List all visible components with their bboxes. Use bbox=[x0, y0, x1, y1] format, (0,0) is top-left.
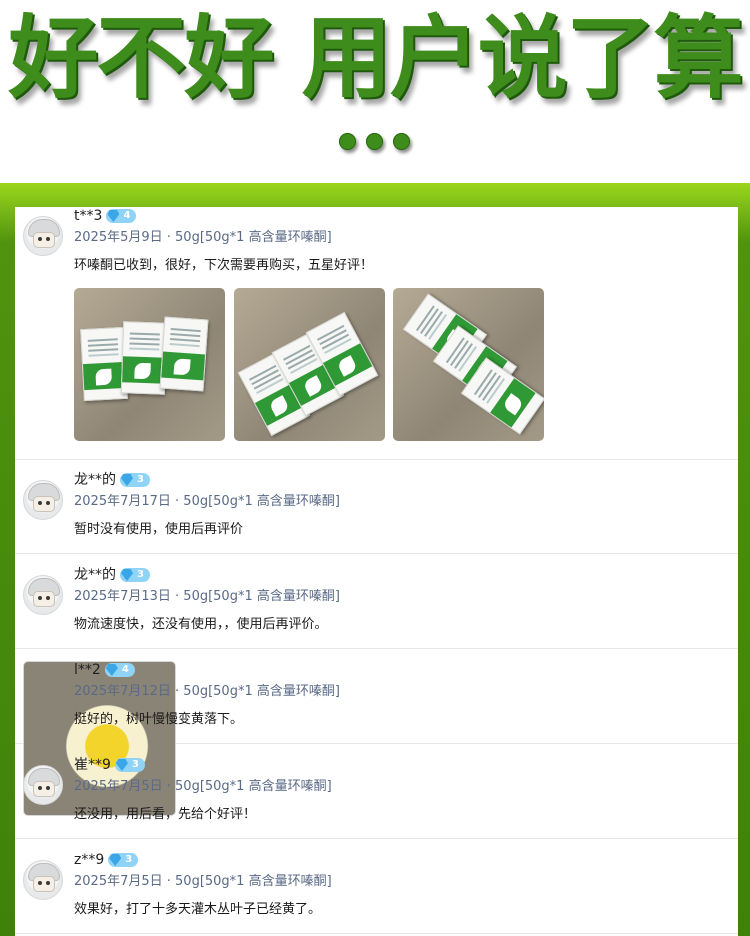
diamond-icon bbox=[109, 854, 122, 866]
diamond-icon bbox=[107, 210, 120, 222]
dot-icon bbox=[366, 133, 383, 150]
reviews-frame: t**3 4 2025年5月9日 · 50g[50g*1 高含量环嗪酮] 环嗪酮已… bbox=[0, 183, 750, 936]
diamond-icon bbox=[121, 569, 133, 581]
dot-icon bbox=[339, 133, 356, 150]
banner-headline: 好不好 用户说了算 bbox=[8, 6, 743, 111]
review-meta: 2025年7月5日 · 50g[50g*1 高含量环嗪酮] bbox=[74, 779, 332, 794]
reviewer-name: t**3 4 bbox=[74, 207, 137, 225]
reviewer-name: 龙**的 3 bbox=[74, 471, 150, 489]
ellipsis-dots bbox=[337, 130, 417, 152]
reviewer-name: 崔**9 3 bbox=[74, 756, 145, 774]
review-item: 龙**的 3 2025年7月13日 · 50g[50g*1 高含量环嗪酮] 物流速… bbox=[15, 566, 738, 649]
level-badge: 3 bbox=[120, 473, 150, 487]
review-meta: 2025年7月5日 · 50g[50g*1 高含量环嗪酮] bbox=[74, 874, 332, 889]
diamond-icon bbox=[121, 474, 133, 486]
review-meta: 2025年7月17日 · 50g[50g*1 高含量环嗪酮] bbox=[74, 494, 340, 509]
review-item: t**3 4 2025年5月9日 · 50g[50g*1 高含量环嗪酮] 环嗪酮已… bbox=[15, 207, 738, 460]
review-photo[interactable] bbox=[234, 288, 385, 441]
review-item: 崔**9 3 2025年7月5日 · 50g[50g*1 高含量环嗪酮] 还没用，… bbox=[15, 756, 738, 839]
avatar[interactable] bbox=[23, 860, 63, 900]
review-meta: 2025年7月12日 · 50g[50g*1 高含量环嗪酮] bbox=[74, 684, 340, 699]
avatar[interactable] bbox=[23, 216, 63, 256]
reviewer-name: 龙**的 3 bbox=[74, 566, 150, 584]
avatar[interactable] bbox=[23, 765, 63, 805]
level-badge: 4 bbox=[106, 209, 137, 223]
promo-banner: 好不好 用户说了算 bbox=[0, 0, 750, 183]
level-badge: 3 bbox=[114, 758, 145, 772]
level-badge: 3 bbox=[120, 568, 150, 582]
avatar[interactable] bbox=[23, 575, 63, 615]
review-item: z**9 3 2025年7月5日 · 50g[50g*1 高含量环嗪酮] 效果好，… bbox=[15, 851, 738, 934]
review-text: 挺好的，树叶慢慢变黄落下。 bbox=[74, 712, 244, 727]
review-meta: 2025年7月13日 · 50g[50g*1 高含量环嗪酮] bbox=[74, 589, 340, 604]
review-photo[interactable] bbox=[74, 288, 225, 441]
review-text: 环嗪酮已收到，很好，下次需要再购买，五星好评！ bbox=[74, 258, 374, 273]
level-badge: 4 bbox=[104, 663, 135, 677]
review-item: l**2 4 2025年7月12日 · 50g[50g*1 高含量环嗪酮] 挺好的… bbox=[15, 661, 738, 816]
review-item: 龙**的 3 2025年7月17日 · 50g[50g*1 高含量环嗪酮] 暂时没… bbox=[15, 471, 738, 554]
review-text: 物流速度快，还没有使用，，使用后再评价。 bbox=[74, 617, 328, 632]
diamond-icon bbox=[105, 664, 118, 676]
review-meta: 2025年5月9日 · 50g[50g*1 高含量环嗪酮] bbox=[74, 230, 332, 245]
avatar[interactable] bbox=[23, 480, 63, 520]
level-badge: 3 bbox=[108, 853, 139, 867]
review-text: 还没用，用后看，先给个好评！ bbox=[74, 807, 257, 822]
review-photo[interactable] bbox=[393, 288, 544, 441]
review-text: 效果好，打了十多天灌木丛叶子已经黄了。 bbox=[74, 902, 322, 917]
reviewer-name: l**2 4 bbox=[74, 661, 135, 679]
reviewer-name: z**9 3 bbox=[74, 851, 139, 869]
diamond-icon bbox=[115, 759, 128, 771]
reviews-panel: t**3 4 2025年5月9日 · 50g[50g*1 高含量环嗪酮] 环嗪酮已… bbox=[15, 207, 738, 936]
dot-icon bbox=[393, 133, 410, 150]
review-text: 暂时没有使用，使用后再评价 bbox=[74, 522, 244, 537]
